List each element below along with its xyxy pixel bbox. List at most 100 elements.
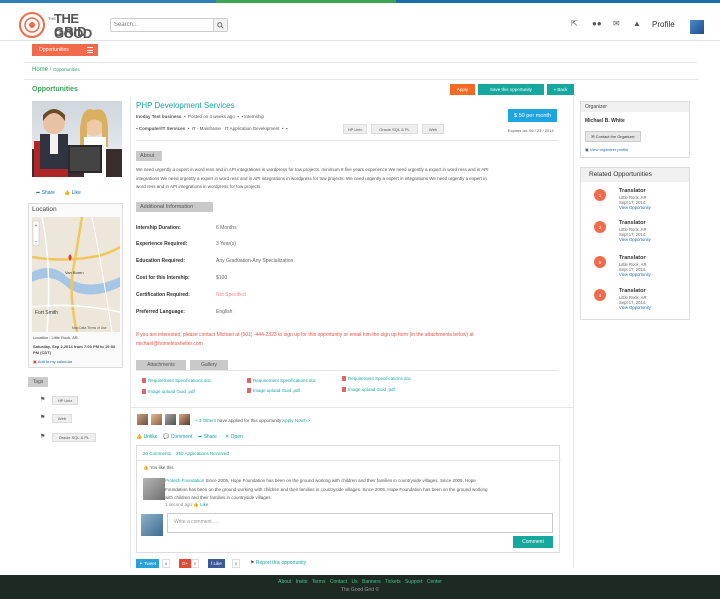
applicant-avatar[interactable]: [137, 414, 148, 425]
share-action[interactable]: ➦ Share: [198, 434, 217, 440]
search-input[interactable]: [111, 19, 215, 31]
applicant-avatar[interactable]: [151, 414, 162, 425]
tag-icon: ▪: [285, 126, 288, 131]
contact-instructions: If you are interested, please contact Mi…: [136, 332, 474, 347]
applicant-avatar[interactable]: [165, 414, 176, 425]
users-icon[interactable]: ●●: [592, 19, 602, 28]
comment-submit-button[interactable]: Comment: [513, 536, 553, 548]
unlike-label: Unlike: [143, 434, 158, 440]
external-link-icon[interactable]: ⇱: [571, 19, 578, 28]
skill-pill[interactable]: Web: [422, 124, 444, 134]
related-view-link[interactable]: View Opportunity: [619, 272, 651, 277]
logo[interactable]: THE THE GOOD GRID: [18, 9, 100, 41]
others-link[interactable]: + 3 Others: [195, 418, 216, 423]
info-value: English: [216, 309, 233, 315]
likes-row: 👍 You like this: [143, 465, 174, 471]
attachment-file[interactable]: Image upload Guid .pdf: [342, 387, 395, 392]
footer-link-support[interactable]: Support Center: [405, 579, 442, 585]
share-link[interactable]: ➦ Share: [36, 190, 55, 196]
info-label: Experience Required:: [136, 241, 188, 247]
related-badge: 5: [594, 256, 606, 268]
comment-like-link[interactable]: 👍 Like: [193, 502, 208, 507]
commenter-avatar[interactable]: [143, 478, 165, 500]
footer-link-terms[interactable]: Terms: [312, 579, 326, 585]
flag-icon: ⚑: [250, 560, 255, 566]
report-label: Report this opportunity: [255, 560, 307, 566]
add-calendar-link[interactable]: ▣ Add to my calendar: [33, 359, 72, 364]
comment-input[interactable]: Write a comment.....: [167, 513, 553, 533]
applied-text: + 3 Others have applied for this opportu…: [195, 418, 310, 423]
skill-pill[interactable]: HP Unix: [343, 124, 367, 134]
comment-author[interactable]: Protech Foundation: [165, 478, 204, 483]
envelope-icon[interactable]: ✉: [613, 19, 620, 28]
tab-opportunities[interactable]: Opportunities: [32, 44, 98, 56]
attachment-file[interactable]: Requirement Specifications.doc: [142, 378, 211, 383]
applicant-avatar[interactable]: [179, 414, 190, 425]
attachment-file[interactable]: Image upload Guid .pdf: [142, 389, 195, 394]
page-title: Opportunities: [32, 86, 78, 93]
search-icon: [217, 21, 224, 29]
tab-gallery[interactable]: Gallery: [190, 360, 228, 370]
tweet-button[interactable]: ✦ Tweet: [136, 559, 160, 568]
related-view-link[interactable]: View Opportunity: [619, 237, 651, 242]
location-map[interactable]: + − Van Buren Fort Smith Map Data Terms …: [32, 217, 120, 332]
divider: [136, 140, 558, 141]
attachment-file[interactable]: Image upload Guid .pdf: [247, 388, 300, 393]
info-value: 6 Months: [216, 225, 237, 231]
share-label: Share: [41, 190, 55, 196]
open-action[interactable]: ✕ Open: [225, 434, 243, 440]
back-button[interactable]: « Back: [547, 84, 574, 95]
attachment-file[interactable]: Requirement Specifications.doc: [342, 376, 411, 381]
share-icon: ➦: [198, 434, 203, 440]
like-link[interactable]: 👍 Like: [64, 190, 81, 196]
apply-now-link[interactable]: Apply Now!>>: [282, 418, 310, 423]
comments-count-tab[interactable]: 20 Comments: [143, 451, 171, 456]
footer-link-tickets[interactable]: Tickets: [385, 579, 401, 585]
related-title[interactable]: Translator: [619, 220, 646, 226]
report-link[interactable]: ⚑ Report this opportunity: [250, 560, 306, 566]
gplus-button[interactable]: G+: [179, 559, 192, 568]
job-type: Internship: [244, 114, 265, 119]
bell-icon[interactable]: ▲: [633, 19, 641, 28]
comment-like-label: Like: [200, 502, 209, 507]
facebook-like-button[interactable]: f Like: [208, 559, 225, 568]
tag-item[interactable]: Web: [52, 414, 72, 423]
related-view-link[interactable]: View Opportunity: [619, 205, 651, 210]
applications-received-tab[interactable]: 250 Applications Received: [176, 451, 229, 456]
menu-icon[interactable]: [87, 47, 93, 53]
map-footer: Map Data Terms of Use: [72, 326, 107, 330]
organizer-name[interactable]: Michael B. White: [585, 118, 625, 124]
footer-link-about[interactable]: About: [278, 579, 291, 585]
info-label: Certification Required:: [136, 292, 190, 298]
related-title[interactable]: Translator: [619, 255, 646, 261]
footer-links: About Invite Terms Contact Us Banners Ti…: [0, 579, 720, 585]
footer-link-banners[interactable]: Banners: [362, 579, 381, 585]
related-title[interactable]: Translator: [619, 288, 646, 294]
tab-attachments[interactable]: Attachments: [136, 360, 186, 370]
breadcrumb-home[interactable]: Home: [32, 67, 48, 73]
tag-icon: ⚑: [40, 434, 46, 440]
comment-icon: 💬: [163, 434, 170, 440]
search-button[interactable]: [213, 19, 227, 31]
unlike-action[interactable]: 👍 Unlike: [136, 434, 158, 440]
tag-item[interactable]: Oracle SQL & PL: [52, 433, 96, 442]
company-name[interactable]: Inoday Test business: [136, 114, 181, 119]
view-organizer-link[interactable]: ▣ View organizer profile: [585, 147, 628, 152]
profile-link[interactable]: Profile: [652, 20, 675, 29]
attachment-file[interactable]: Requirement Specifications.doc: [247, 378, 316, 383]
save-opportunity-button[interactable]: Save this opportunity: [478, 84, 544, 95]
job-meta: Inoday Test business • Posted on 4 weeks…: [136, 114, 265, 119]
profile-avatar[interactable]: [690, 20, 704, 34]
comment-action[interactable]: 💬 Comment: [163, 434, 192, 440]
tweet-label: Tweet: [144, 561, 157, 566]
skill-pill[interactable]: Oracle SQL & PL: [371, 124, 418, 134]
fb-like-label: Like: [213, 561, 222, 566]
footer-link-invite[interactable]: Invite: [296, 579, 308, 585]
footer-link-contact[interactable]: Contact Us: [330, 579, 358, 585]
related-view-link[interactable]: View Opportunity: [619, 305, 651, 310]
job-title: PHP Development Services: [136, 101, 235, 110]
related-title[interactable]: Translator: [619, 188, 646, 194]
contact-organizer-button[interactable]: ✉ Contact the Organizer: [585, 131, 641, 142]
apply-button[interactable]: Apply: [450, 84, 475, 95]
tag-item[interactable]: HP Unix: [52, 396, 78, 405]
